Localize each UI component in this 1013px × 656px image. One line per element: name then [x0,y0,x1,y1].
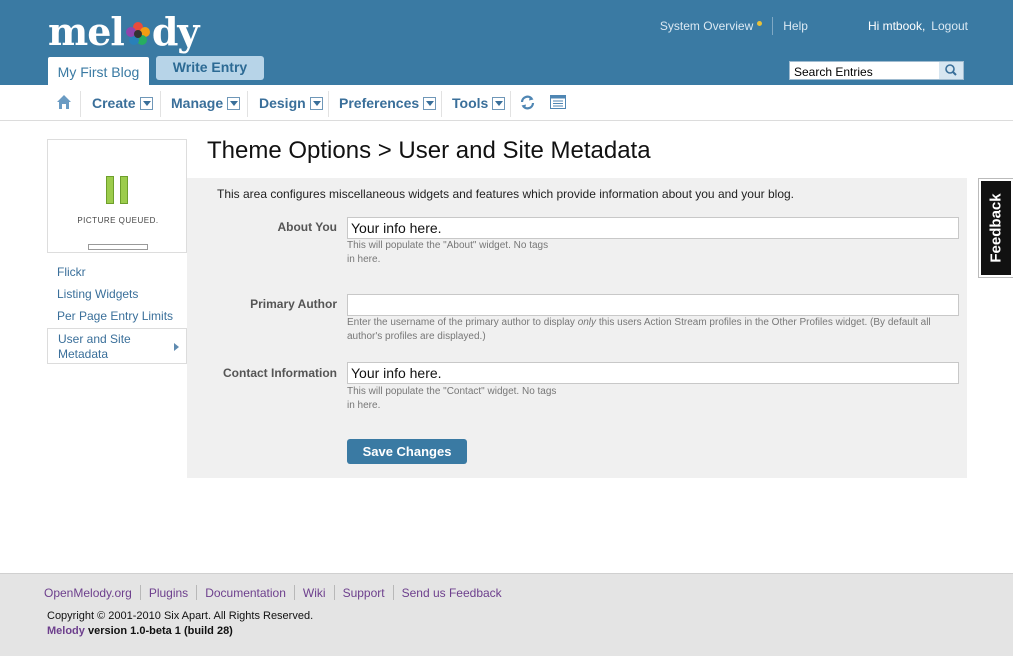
header: mel dy System Overview Help Hi mtbook, L… [0,0,1013,85]
blog-tab[interactable]: My First Blog [48,57,149,85]
logout-link[interactable]: Logout [931,19,968,33]
write-entry-button[interactable]: Write Entry [156,56,264,80]
about-you-label: About You [277,220,337,234]
flower-icon [125,22,150,45]
theme-options-menu: Flickr Listing Widgets Per Page Entry Li… [47,262,187,364]
main-nav: Create Manage Design Preferences Tools [0,85,1013,121]
dropdown-arrow-icon[interactable] [423,96,437,110]
dropdown-arrow-icon[interactable] [227,96,241,110]
thumbnail-badge [88,244,148,250]
contact-information-hint: This will populate the "Contact" widget.… [347,386,557,411]
sidebar-item-listing-widgets[interactable]: Listing Widgets [47,284,187,306]
footer-link-send-feedback[interactable]: Send us Feedback [402,586,502,600]
nav-design[interactable]: Design [259,85,323,121]
blog-thumbnail: PICTURE QUEUED. [47,139,187,253]
settings-panel: This area configures miscellaneous widge… [187,178,967,478]
footer-link-documentation[interactable]: Documentation [205,586,286,600]
nav-manage[interactable]: Manage [171,85,241,121]
footer: OpenMelody.org Plugins Documentation Wik… [0,573,1013,656]
view-site-icon[interactable] [550,95,566,109]
dropdown-arrow-icon[interactable] [492,96,506,110]
primary-author-hint: Enter the username of the primary author… [347,317,931,342]
footer-link-wiki[interactable]: Wiki [303,586,326,600]
footer-link-openmelody[interactable]: OpenMelody.org [44,586,132,600]
system-overview-link[interactable]: System Overview [660,19,753,33]
sidebar-item-flickr[interactable]: Flickr [47,262,187,284]
search-box[interactable]: Search Entries [789,61,964,80]
user-greeting: Hi mtbook, [867,19,926,33]
status-dot-icon [757,20,763,26]
copyright-text: Copyright © 2001-2010 Six Apart. All Rig… [47,610,314,622]
sidebar-item-per-page-entry-limits[interactable]: Per Page Entry Limits [47,306,187,328]
melody-brand-link[interactable]: Melody [47,625,85,637]
about-you-hint: This will populate the "About" widget. N… [347,240,549,265]
sidebar-item-user-and-site-metadata[interactable]: User and Site Metadata [47,328,187,364]
nav-preferences[interactable]: Preferences [339,85,437,121]
footer-links: OpenMelody.org Plugins Documentation Wik… [44,585,502,600]
contact-information-field[interactable]: Your info here. [347,362,959,384]
search-button[interactable] [939,62,963,79]
save-changes-button[interactable]: Save Changes [347,439,467,464]
nav-tools[interactable]: Tools [452,85,506,121]
melody-logo[interactable]: mel dy [48,9,199,55]
dropdown-arrow-icon[interactable] [139,96,153,110]
dropdown-arrow-icon[interactable] [309,96,323,110]
feedback-tab[interactable]: Feedback [979,179,1013,277]
help-link[interactable]: Help [783,19,808,33]
search-icon [945,64,957,76]
top-links: System Overview Help Hi mtbook, Logout [660,17,968,35]
primary-author-field[interactable] [347,294,959,316]
home-icon[interactable] [56,94,72,110]
chevron-right-icon [174,343,179,351]
primary-author-label: Primary Author [250,297,337,311]
nav-create[interactable]: Create [92,85,153,121]
about-you-field[interactable]: Your info here. [347,217,959,239]
intro-text: This area configures miscellaneous widge… [217,187,794,201]
page-title: Theme Options > User and Site Metadata [207,137,651,164]
version-text: Melody version 1.0-beta 1 (build 28) [47,625,233,637]
thumbnail-caption: PICTURE QUEUED. [77,216,159,225]
footer-link-plugins[interactable]: Plugins [149,586,188,600]
refresh-icon[interactable] [519,94,536,111]
footer-link-support[interactable]: Support [343,586,385,600]
contact-information-label: Contact Information [223,366,337,380]
search-input[interactable]: Search Entries [794,65,873,79]
